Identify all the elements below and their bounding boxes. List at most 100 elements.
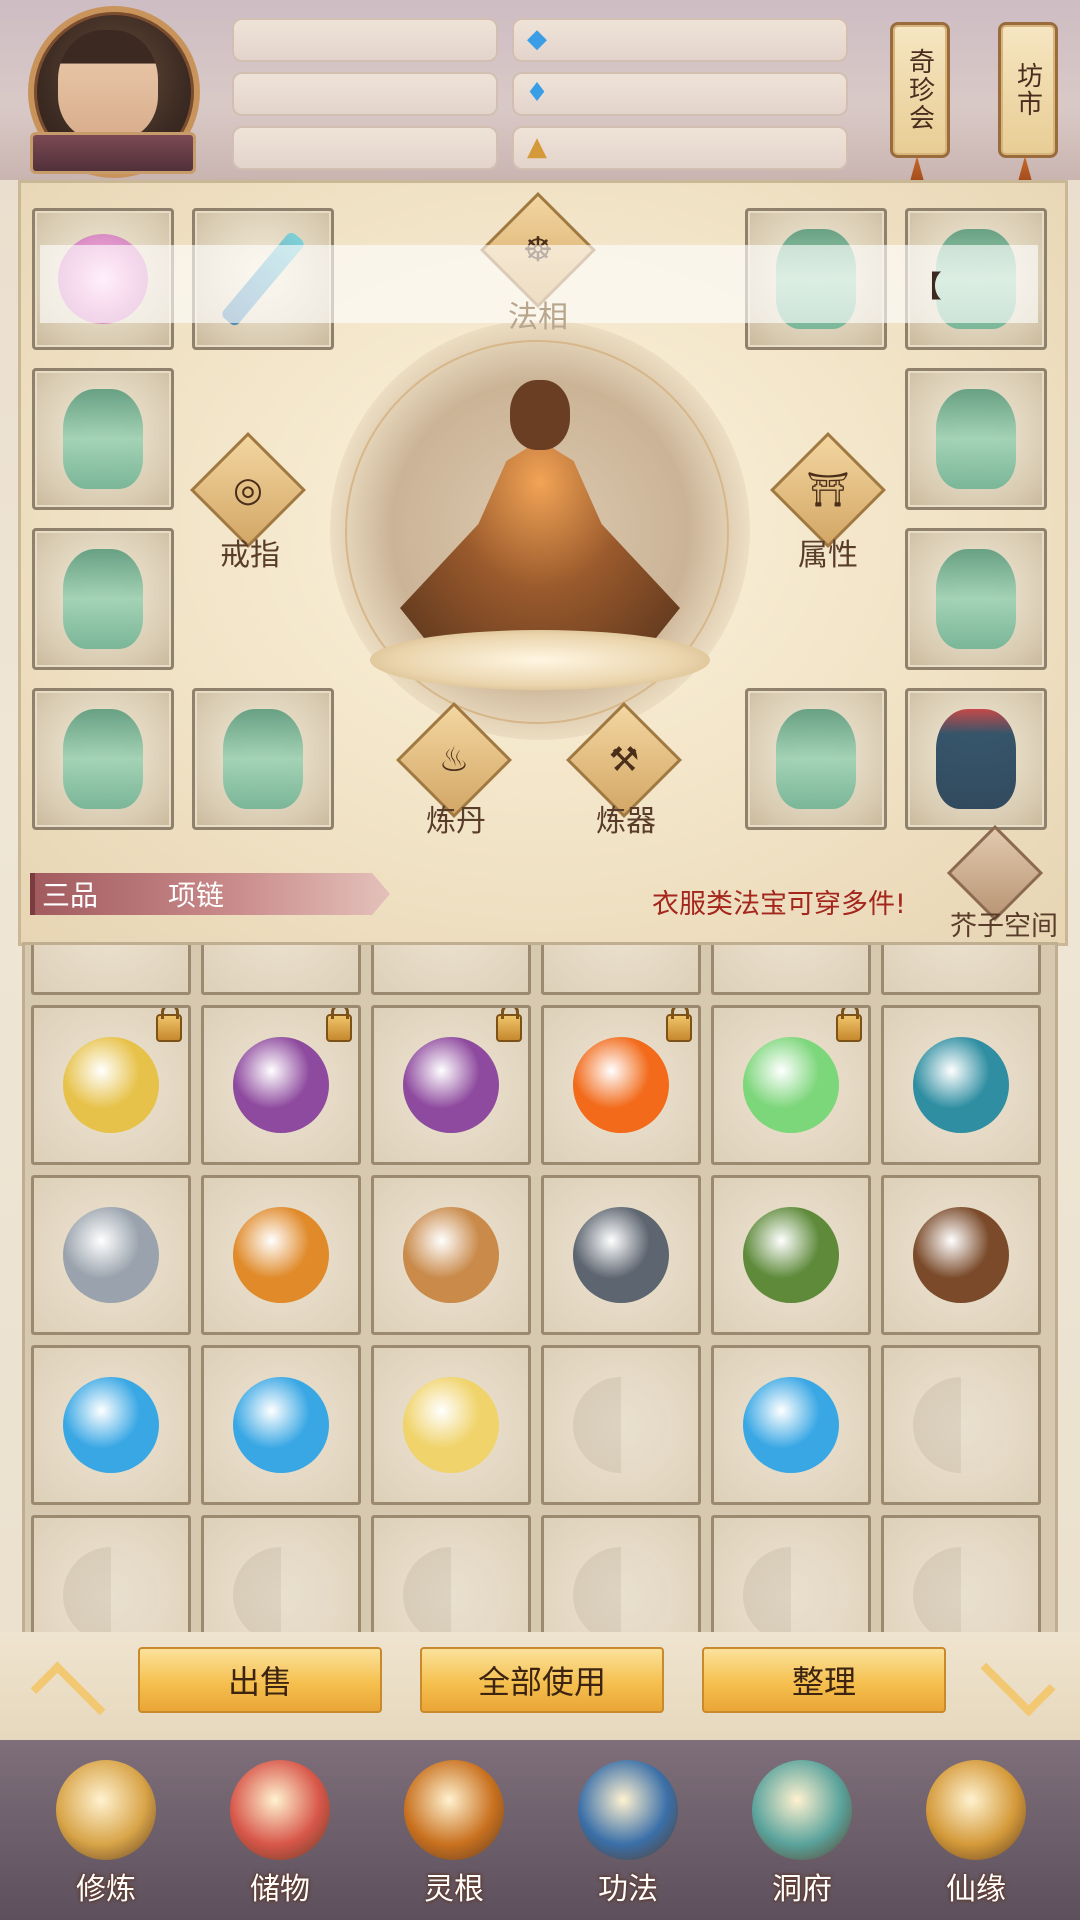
resource-box bbox=[232, 72, 498, 116]
black-ore-icon bbox=[573, 1207, 669, 1303]
inventory-cell[interactable] bbox=[711, 1175, 871, 1335]
gourd-icon bbox=[926, 1760, 1026, 1860]
storage-space-label: 芥子空间 bbox=[950, 911, 1058, 942]
inventory-cell[interactable] bbox=[711, 1345, 871, 1505]
ring-icon: ◎ bbox=[233, 470, 263, 510]
ring-button[interactable]: ◎ bbox=[190, 432, 306, 548]
use-all-button[interactable]: 全部使用 bbox=[420, 1647, 664, 1713]
inventory-cell[interactable] bbox=[881, 1345, 1041, 1505]
forge-label: 炼器 bbox=[596, 804, 656, 839]
inventory-cell[interactable] bbox=[881, 1005, 1041, 1165]
inventory-cell[interactable] bbox=[711, 945, 871, 995]
inventory-cell[interactable] bbox=[201, 1005, 361, 1165]
jade-robe-icon bbox=[223, 709, 303, 809]
yin-yang-icon bbox=[573, 1377, 669, 1473]
cauldron-icon: ♨ bbox=[438, 740, 470, 780]
brown-tuber-icon bbox=[913, 1207, 1009, 1303]
item-grade: 三品 bbox=[42, 879, 99, 912]
inventory-cell[interactable] bbox=[201, 1345, 361, 1505]
inventory-cell[interactable] bbox=[541, 1005, 701, 1165]
inventory-cell[interactable] bbox=[371, 1175, 531, 1335]
equip-slot[interactable] bbox=[32, 368, 174, 510]
inventory-cell[interactable] bbox=[371, 1515, 531, 1635]
lock-icon bbox=[326, 1008, 352, 1042]
equip-slot[interactable] bbox=[192, 688, 334, 830]
nav-label: 灵根 bbox=[424, 1872, 484, 1907]
inventory-cell[interactable] bbox=[881, 1175, 1041, 1335]
inventory-cell[interactable] bbox=[201, 1175, 361, 1335]
book-icon bbox=[578, 1760, 678, 1860]
currency-box bbox=[512, 72, 848, 116]
jade-robe-icon bbox=[63, 549, 143, 649]
yin-yang-icon bbox=[743, 1547, 839, 1635]
nav-item[interactable]: 修炼 bbox=[36, 1760, 176, 1920]
equip-slot[interactable] bbox=[905, 688, 1047, 830]
inventory-cell[interactable] bbox=[31, 1345, 191, 1505]
spirit-root-icon bbox=[404, 1760, 504, 1860]
inventory-cell[interactable] bbox=[31, 945, 191, 995]
nav-item[interactable]: 洞府 bbox=[732, 1760, 872, 1920]
nav-item[interactable]: 仙缘 bbox=[906, 1760, 1046, 1920]
storage-space-button[interactable] bbox=[946, 824, 1044, 922]
equip-slot[interactable] bbox=[905, 368, 1047, 510]
sell-button[interactable]: 出售 bbox=[138, 1647, 382, 1713]
nav-label: 修炼 bbox=[76, 1872, 136, 1907]
alchemy-label: 炼丹 bbox=[426, 804, 486, 839]
equip-slot[interactable] bbox=[32, 528, 174, 670]
equip-hint: 衣服类法宝可穿多件! bbox=[652, 889, 906, 920]
inventory-cell[interactable] bbox=[201, 1515, 361, 1635]
scroll-icon bbox=[913, 1037, 1009, 1133]
market-button[interactable]: 坊市 bbox=[998, 22, 1058, 158]
equip-slot[interactable] bbox=[32, 688, 174, 830]
sort-button[interactable]: 整理 bbox=[702, 1647, 946, 1713]
inventory-cell[interactable] bbox=[201, 945, 361, 995]
storage-bag-icon bbox=[230, 1760, 330, 1860]
player-name-plate bbox=[30, 132, 196, 174]
inventory-cell[interactable] bbox=[371, 945, 531, 995]
purple-thunder-orb-icon bbox=[233, 1037, 329, 1133]
equip-slot[interactable] bbox=[905, 528, 1047, 670]
fire-essence-icon bbox=[573, 1037, 669, 1133]
attributes-button[interactable]: ⛩ bbox=[770, 432, 886, 548]
inventory-cell[interactable] bbox=[31, 1515, 191, 1635]
inventory-cell[interactable] bbox=[541, 1515, 701, 1635]
inventory-cell[interactable] bbox=[881, 945, 1041, 995]
jade-robe-icon bbox=[936, 389, 1016, 489]
inventory-cell[interactable] bbox=[881, 1515, 1041, 1635]
yin-yang-icon bbox=[573, 1547, 669, 1635]
iron-shards-icon bbox=[63, 1207, 159, 1303]
nav-label: 功法 bbox=[598, 1872, 658, 1907]
inventory-cell[interactable] bbox=[711, 1515, 871, 1635]
jade-robe-icon bbox=[63, 709, 143, 809]
nav-label: 洞府 bbox=[772, 1872, 832, 1907]
hooded-monk-icon bbox=[56, 1760, 156, 1860]
jade-robe-icon bbox=[936, 549, 1016, 649]
inventory-grid[interactable] bbox=[22, 942, 1058, 1638]
forge-button[interactable]: ⚒ bbox=[566, 702, 682, 818]
yin-yang-icon bbox=[913, 1377, 1009, 1473]
yin-yang-icon bbox=[403, 1547, 499, 1635]
nav-label: 储物 bbox=[250, 1872, 310, 1907]
nav-item[interactable]: 功法 bbox=[558, 1760, 698, 1920]
equip-slot[interactable] bbox=[745, 688, 887, 830]
alchemy-button[interactable]: ♨ bbox=[396, 702, 512, 818]
inventory-cell[interactable] bbox=[711, 1005, 871, 1165]
currency-box bbox=[512, 18, 848, 62]
inventory-cell[interactable] bbox=[31, 1175, 191, 1335]
nav-item[interactable]: 储物 bbox=[210, 1760, 350, 1920]
inventory-cell[interactable] bbox=[541, 1175, 701, 1335]
inventory-cell[interactable] bbox=[371, 1345, 531, 1505]
jade-robe-icon bbox=[776, 709, 856, 809]
meditating-figure-icon: ▲ bbox=[527, 132, 547, 162]
nav-item[interactable]: 灵根 bbox=[384, 1760, 524, 1920]
inventory-cell[interactable] bbox=[371, 1005, 531, 1165]
jade-robe-icon bbox=[63, 389, 143, 489]
qizhenhui-button[interactable]: 奇珍会 bbox=[890, 22, 950, 158]
purple-thunder-orb-icon bbox=[403, 1037, 499, 1133]
cave-house-icon bbox=[752, 1760, 852, 1860]
inventory-cell[interactable] bbox=[541, 1345, 701, 1505]
inventory-cell[interactable] bbox=[31, 1005, 191, 1165]
blue-spirit-stone-icon bbox=[743, 1377, 839, 1473]
lock-icon bbox=[666, 1008, 692, 1042]
inventory-cell[interactable] bbox=[541, 945, 701, 995]
